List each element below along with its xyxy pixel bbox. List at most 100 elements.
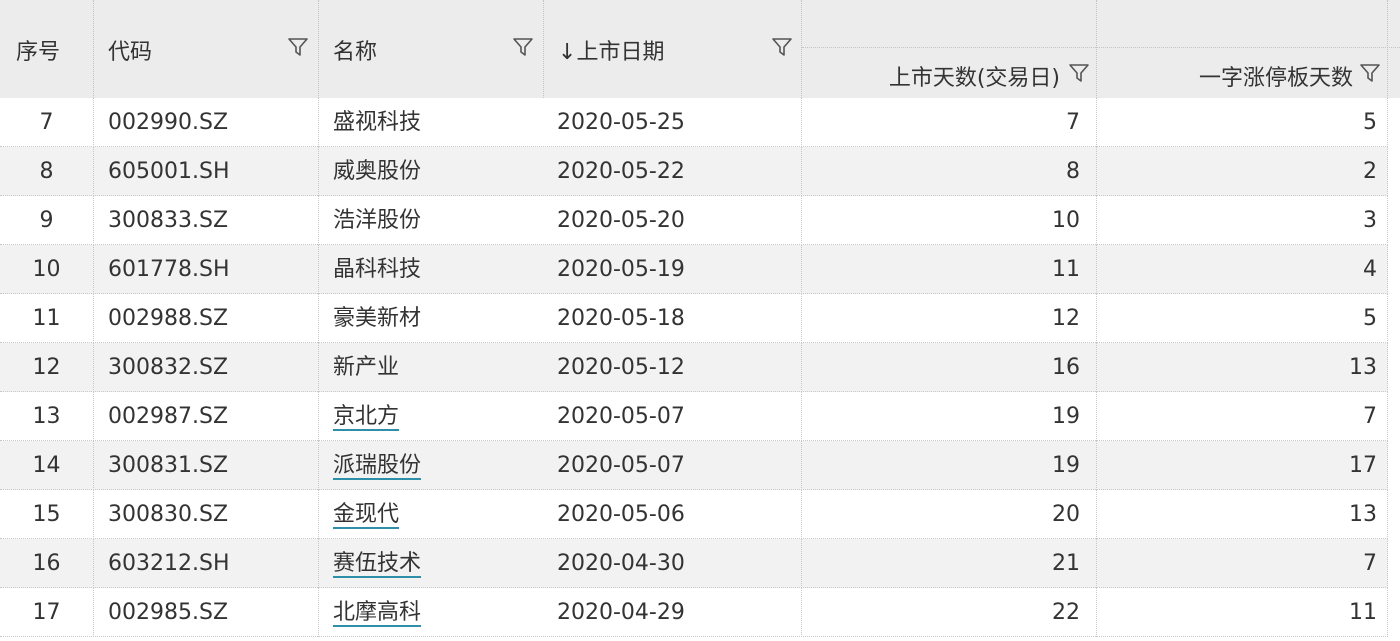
cell-listing-date: 2020-04-30 xyxy=(544,539,802,588)
cell-listing-date: 2020-05-20 xyxy=(544,196,802,245)
stock-name-link[interactable]: 赛伍技术 xyxy=(333,551,421,576)
cell-limit-up-days: 5 xyxy=(1097,98,1388,147)
filter-icon[interactable] xyxy=(771,36,793,58)
cell-index: 13 xyxy=(0,392,94,441)
cell-listing-date: 2020-05-07 xyxy=(544,392,802,441)
table-row[interactable]: 8 605001.SH 威奥股份 2020-05-22 8 2 xyxy=(0,147,1400,196)
cell-listing-days: 22 xyxy=(802,588,1097,637)
stock-name: 盛视科技 xyxy=(333,110,422,135)
stock-name: 浩洋股份 xyxy=(333,208,422,233)
cell-listing-days: 19 xyxy=(802,441,1097,490)
cell-listing-date: 2020-05-19 xyxy=(544,245,802,294)
stock-name: 新产业 xyxy=(333,355,400,380)
cell-listing-days: 19 xyxy=(802,392,1097,441)
data-grid: 序号 代码 名称 ↓上市日期 上市天数(交易日) 一字涨停板天数 7 00299… xyxy=(0,0,1400,641)
column-header-index[interactable]: 序号 xyxy=(0,0,94,98)
cell-code: 605001.SH xyxy=(94,147,319,196)
table-row[interactable]: 14 300831.SZ 派瑞股份 2020-05-07 19 17 xyxy=(0,441,1400,490)
cell-index: 10 xyxy=(0,245,94,294)
cell-code: 002987.SZ xyxy=(94,392,319,441)
table-row[interactable]: 17 002985.SZ 北摩高科 2020-04-29 22 11 xyxy=(0,588,1400,637)
table-row[interactable]: 7 002990.SZ 盛视科技 2020-05-25 7 5 xyxy=(0,98,1400,147)
column-header-name[interactable]: 名称 xyxy=(319,0,544,98)
table-row[interactable]: 10 601778.SH 晶科科技 2020-05-19 11 4 xyxy=(0,245,1400,294)
cell-listing-date: 2020-05-12 xyxy=(544,343,802,392)
column-header-limit-up-days[interactable]: 一字涨停板天数 xyxy=(1097,0,1388,98)
cell-index: 11 xyxy=(0,294,94,343)
filter-icon[interactable] xyxy=(512,36,534,58)
cell-code: 601778.SH xyxy=(94,245,319,294)
cell-limit-up-days: 17 xyxy=(1097,441,1388,490)
cell-name[interactable]: 京北方 xyxy=(319,392,544,441)
column-header-listing-date[interactable]: ↓上市日期 xyxy=(544,0,802,98)
column-header-index-label: 序号 xyxy=(16,40,61,65)
cell-index: 7 xyxy=(0,98,94,147)
cell-code: 002990.SZ xyxy=(94,98,319,147)
table-row[interactable]: 9 300833.SZ 浩洋股份 2020-05-20 10 3 xyxy=(0,196,1400,245)
cell-code: 300831.SZ xyxy=(94,441,319,490)
cell-index: 16 xyxy=(0,539,94,588)
cell-name[interactable]: 赛伍技术 xyxy=(319,539,544,588)
column-header-code-label: 代码 xyxy=(108,40,153,65)
cell-index: 17 xyxy=(0,588,94,637)
table-row[interactable]: 16 603212.SH 赛伍技术 2020-04-30 21 7 xyxy=(0,539,1400,588)
stock-name-link[interactable]: 北摩高科 xyxy=(333,600,421,625)
cell-listing-days: 12 xyxy=(802,294,1097,343)
cell-index: 12 xyxy=(0,343,94,392)
cell-listing-days: 10 xyxy=(802,196,1097,245)
cell-name[interactable]: 北摩高科 xyxy=(319,588,544,637)
vertical-scrollbar[interactable] xyxy=(1388,98,1400,641)
cell-limit-up-days: 3 xyxy=(1097,196,1388,245)
stock-name-link[interactable]: 派瑞股份 xyxy=(333,453,421,478)
column-header-listing-days-label: 上市天数(交易日) xyxy=(888,66,1060,91)
table-row[interactable]: 11 002988.SZ 豪美新材 2020-05-18 12 5 xyxy=(0,294,1400,343)
cell-code: 002985.SZ xyxy=(94,588,319,637)
cell-limit-up-days: 11 xyxy=(1097,588,1388,637)
cell-index: 15 xyxy=(0,490,94,539)
cell-limit-up-days: 13 xyxy=(1097,490,1388,539)
cell-listing-days: 21 xyxy=(802,539,1097,588)
cell-name: 豪美新材 xyxy=(319,294,544,343)
cell-index: 8 xyxy=(0,147,94,196)
cell-code: 603212.SH xyxy=(94,539,319,588)
cell-code: 002988.SZ xyxy=(94,294,319,343)
table-row[interactable]: 15 300830.SZ 金现代 2020-05-06 20 13 xyxy=(0,490,1400,539)
cell-limit-up-days: 7 xyxy=(1097,539,1388,588)
cell-listing-date: 2020-05-18 xyxy=(544,294,802,343)
cell-limit-up-days: 4 xyxy=(1097,245,1388,294)
table-header: 序号 代码 名称 ↓上市日期 上市天数(交易日) 一字涨停板天数 xyxy=(0,0,1400,98)
filter-icon[interactable] xyxy=(1359,62,1381,84)
stock-name-link[interactable]: 金现代 xyxy=(333,502,399,527)
cell-listing-days: 16 xyxy=(802,343,1097,392)
cell-limit-up-days: 13 xyxy=(1097,343,1388,392)
cell-index: 9 xyxy=(0,196,94,245)
column-header-code[interactable]: 代码 xyxy=(94,0,319,98)
table-row[interactable]: 12 300832.SZ 新产业 2020-05-12 16 13 xyxy=(0,343,1400,392)
cell-limit-up-days: 7 xyxy=(1097,392,1388,441)
cell-listing-date: 2020-05-06 xyxy=(544,490,802,539)
cell-limit-up-days: 5 xyxy=(1097,294,1388,343)
table-row[interactable]: 13 002987.SZ 京北方 2020-05-07 19 7 xyxy=(0,392,1400,441)
cell-name: 威奥股份 xyxy=(319,147,544,196)
cell-listing-date: 2020-05-07 xyxy=(544,441,802,490)
cell-listing-days: 7 xyxy=(802,98,1097,147)
stock-name-link[interactable]: 京北方 xyxy=(333,404,399,429)
column-header-listing-date-label: 上市日期 xyxy=(576,40,665,65)
cell-name[interactable]: 派瑞股份 xyxy=(319,441,544,490)
filter-icon[interactable] xyxy=(1068,62,1090,84)
cell-listing-date: 2020-04-29 xyxy=(544,588,802,637)
stock-name: 豪美新材 xyxy=(333,306,422,331)
column-header-listing-days[interactable]: 上市天数(交易日) xyxy=(802,0,1097,98)
column-header-limit-up-days-label: 一字涨停板天数 xyxy=(1198,66,1353,91)
cell-name: 盛视科技 xyxy=(319,98,544,147)
cell-listing-days: 11 xyxy=(802,245,1097,294)
cell-name: 浩洋股份 xyxy=(319,196,544,245)
stock-name: 威奥股份 xyxy=(333,159,422,184)
cell-code: 300830.SZ xyxy=(94,490,319,539)
cell-limit-up-days: 2 xyxy=(1097,147,1388,196)
cell-listing-date: 2020-05-22 xyxy=(544,147,802,196)
stock-name: 晶科科技 xyxy=(333,257,422,282)
cell-index: 14 xyxy=(0,441,94,490)
filter-icon[interactable] xyxy=(287,36,309,58)
cell-name[interactable]: 金现代 xyxy=(319,490,544,539)
